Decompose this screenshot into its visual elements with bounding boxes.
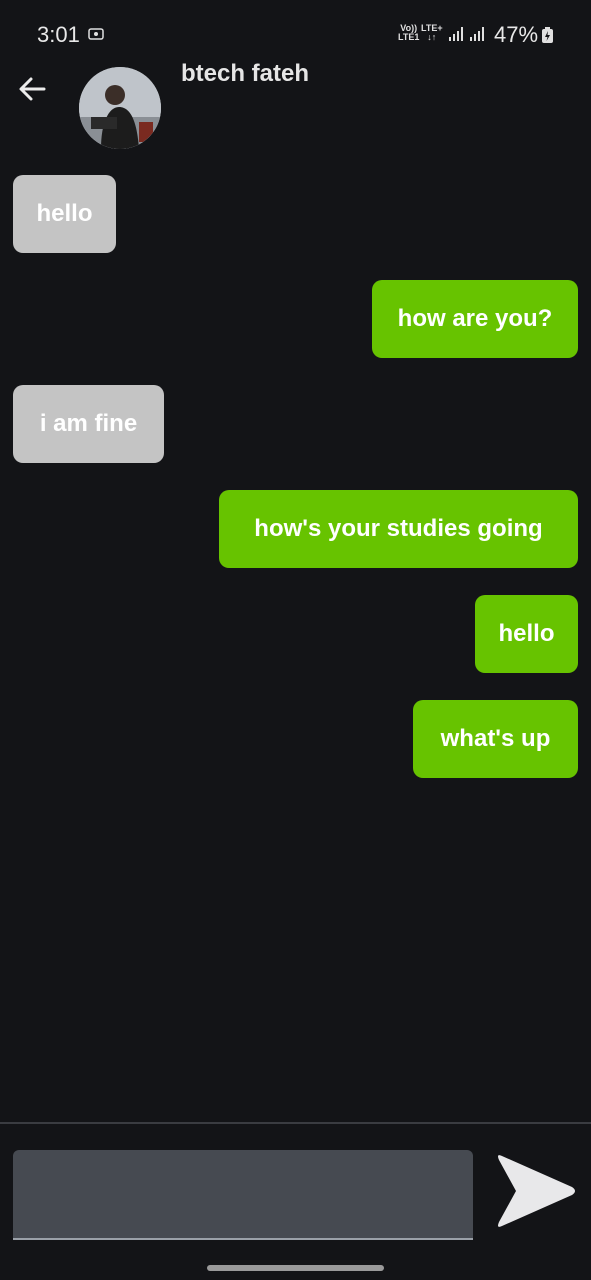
message-text: i am fine <box>39 410 138 437</box>
send-icon[interactable] <box>494 1150 578 1232</box>
lte-label: LTE+ ↓↑ <box>421 23 443 42</box>
message-text: hello <box>498 620 555 647</box>
status-time: 3:01 <box>37 22 80 47</box>
contact-avatar[interactable] <box>79 67 161 149</box>
message-text: what's up <box>440 725 551 752</box>
screen-record-icon <box>88 28 104 40</box>
chat-header: btech fateh <box>0 60 591 156</box>
battery-percent: 47% <box>494 22 539 47</box>
message-input[interactable] <box>13 1150 473 1240</box>
signal-icon <box>449 27 463 41</box>
message-bubble-incoming: i am fine <box>13 385 164 463</box>
contact-name: btech fateh <box>181 60 310 87</box>
back-arrow-icon[interactable] <box>16 72 50 106</box>
message-bubble-incoming: hello <box>13 175 116 253</box>
compose-divider <box>0 1122 591 1124</box>
message-bubble-outgoing: how are you? <box>372 280 578 358</box>
message-text: how are you? <box>397 305 553 332</box>
message-bubble-outgoing: how's your studies going <box>219 490 578 568</box>
avatar-photo-icon <box>79 67 161 149</box>
home-indicator[interactable] <box>207 1265 384 1271</box>
volte-label: Vo)) LTE1 <box>398 23 420 42</box>
signal-icon-2 <box>470 27 484 41</box>
message-bubble-outgoing: hello <box>475 595 578 673</box>
battery-icon <box>542 27 553 43</box>
message-text: hello <box>36 200 93 227</box>
message-text: how's your studies going <box>254 515 543 542</box>
message-bubble-outgoing: what's up <box>413 700 578 778</box>
